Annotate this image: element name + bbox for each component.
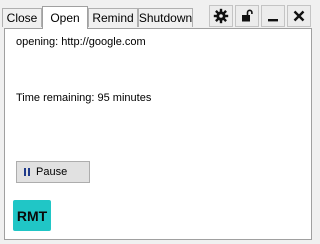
pause-icon <box>24 168 30 176</box>
lock-button[interactable] <box>235 5 259 27</box>
tab-bar: Close Open Remind Shutdown <box>0 0 317 29</box>
gear-icon <box>213 8 229 24</box>
open-tab-panel: opening: http://google.com Time remainin… <box>4 28 312 240</box>
pause-button[interactable]: Pause <box>16 161 90 183</box>
tab-open[interactable]: Open <box>42 6 88 29</box>
close-icon <box>293 10 305 22</box>
window-tools <box>209 5 311 27</box>
close-button[interactable] <box>287 5 311 27</box>
minimize-icon <box>268 19 278 22</box>
tab-close[interactable]: Close <box>2 8 42 27</box>
app-logo: RMT <box>13 200 51 231</box>
time-remaining-text: Time remaining: 95 minutes <box>16 92 152 104</box>
settings-button[interactable] <box>209 5 233 27</box>
tab-shutdown[interactable]: Shutdown <box>138 8 193 27</box>
opening-url-text: opening: http://google.com <box>16 36 146 48</box>
minimize-button[interactable] <box>261 5 285 27</box>
unlock-icon <box>242 9 253 22</box>
pause-button-label: Pause <box>36 166 68 178</box>
tab-remind[interactable]: Remind <box>88 8 138 27</box>
